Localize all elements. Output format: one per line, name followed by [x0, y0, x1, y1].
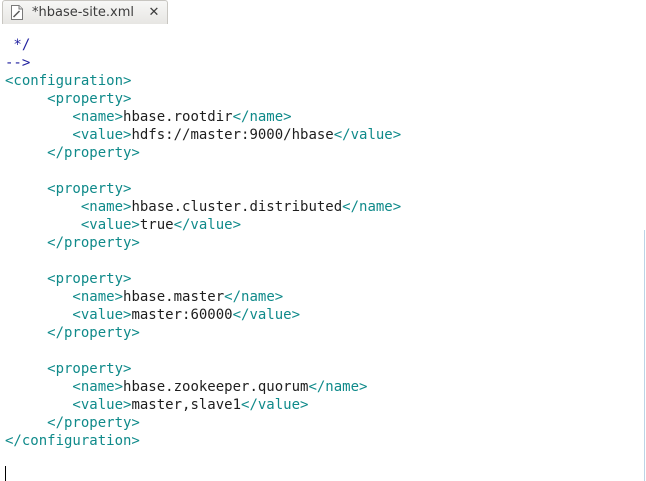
xml-tag: <property>	[5, 91, 132, 107]
code-line: </property>	[5, 414, 140, 432]
right-margin-rule	[644, 230, 645, 481]
xml-tag: </name>	[224, 289, 284, 305]
text-editor[interactable]: * limitations under the License. */ --> …	[0, 0, 646, 481]
xml-tag: </name>	[308, 379, 368, 395]
code-line: <name>hbase.master</name>	[5, 288, 283, 306]
xml-tag: <name>	[5, 289, 124, 305]
code-line: <property>	[5, 360, 131, 378]
xml-tag: </property>	[5, 325, 140, 341]
xml-tag: </configuration>	[5, 433, 140, 449]
code-line: <value>true</value>	[5, 216, 241, 234]
close-icon[interactable]: ✕	[145, 4, 163, 22]
tab-title: *hbase-site.xml	[32, 5, 135, 20]
xml-text: hdfs://master:9000/hbase	[131, 127, 334, 143]
xml-text: hbase.zookeeper.quorum	[123, 379, 309, 395]
comment-line-end: */	[5, 37, 31, 53]
code-line: </property>	[5, 234, 140, 252]
text-cursor	[5, 466, 6, 481]
code-line: <property>	[5, 90, 131, 108]
xml-text: master,slave1	[131, 397, 242, 413]
comment-close-line: -->	[5, 55, 31, 71]
xml-tag: </value>	[232, 307, 301, 323]
code-line: <value>hdfs://master:9000/hbase</value>	[5, 126, 401, 144]
code-line: <value>master,slave1</value>	[5, 396, 308, 414]
tab-bar: *hbase-site.xml ✕	[0, 0, 646, 25]
xml-tag: <name>	[5, 379, 124, 395]
code-line: </property>	[5, 324, 140, 342]
xml-text: true	[139, 217, 174, 233]
xml-tag: <name>	[5, 109, 124, 125]
xml-text: master:60000	[131, 307, 233, 323]
xml-tag: </value>	[241, 397, 309, 413]
xml-tag: </property>	[5, 415, 140, 431]
xml-tag: </name>	[232, 109, 292, 125]
xml-tag: <configuration>	[5, 73, 132, 89]
tab-hbase-site-xml[interactable]: *hbase-site.xml ✕	[2, 0, 168, 24]
xml-text: hbase.cluster.distributed	[131, 199, 343, 215]
xml-tag: <value>	[5, 397, 132, 413]
xml-tag: <property>	[5, 181, 132, 197]
xml-tag: </property>	[5, 235, 140, 251]
code-line: </property>	[5, 144, 140, 162]
code-line: <configuration>	[5, 72, 131, 90]
xml-tag: <name>	[5, 199, 132, 215]
document-edit-icon	[11, 5, 23, 20]
xml-tag: <property>	[5, 271, 132, 287]
code-line: <property>	[5, 180, 131, 198]
code-line: </configuration>	[5, 432, 140, 450]
xml-tag: <property>	[5, 361, 132, 377]
code-line: <value>master:60000</value>	[5, 306, 300, 324]
xml-tag: <value>	[5, 217, 140, 233]
code-line: <name>hbase.cluster.distributed</name>	[5, 198, 401, 216]
code-line: <property>	[5, 270, 131, 288]
xml-text: hbase.master	[123, 289, 225, 305]
xml-tag: <value>	[5, 127, 132, 143]
xml-tag: </property>	[5, 145, 140, 161]
xml-tag: </value>	[333, 127, 402, 143]
xml-text: hbase.rootdir	[123, 109, 233, 125]
code-line: <name>hbase.zookeeper.quorum</name>	[5, 378, 367, 396]
xml-tag: </value>	[173, 217, 242, 233]
xml-tag: <value>	[5, 307, 132, 323]
xml-tag: </name>	[342, 199, 402, 215]
code-line: <name>hbase.rootdir</name>	[5, 108, 292, 126]
